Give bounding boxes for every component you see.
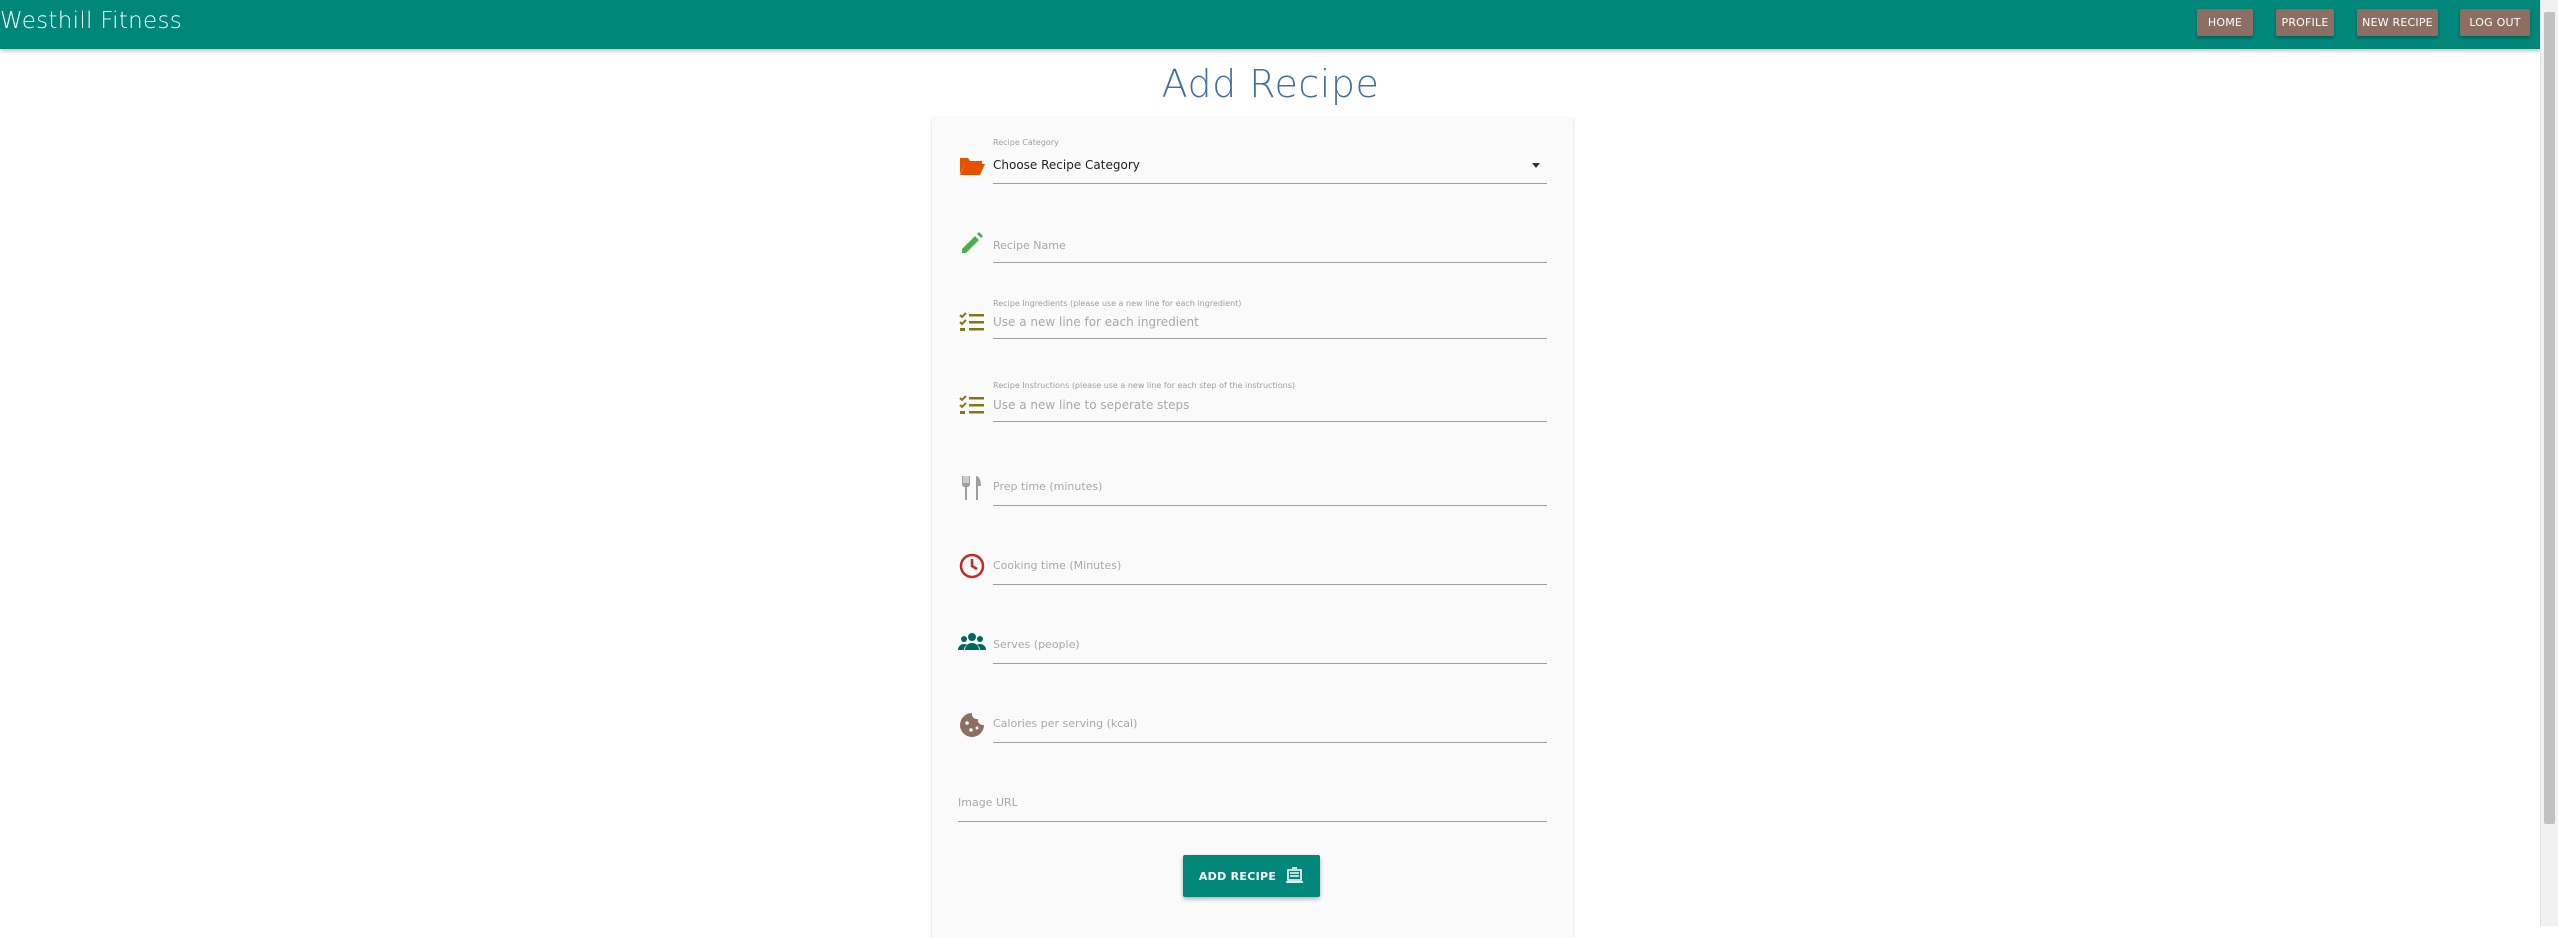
calories-input[interactable]: Calories per serving (kcal) (993, 707, 1547, 767)
recipe-category-label: Recipe Category (993, 138, 1059, 147)
prep-time-placeholder: Prep time (minutes) (993, 480, 1103, 493)
recipe-ingredients-row: Recipe Ingredients (please use a new lin… (958, 299, 1547, 359)
serves-input[interactable]: Serves (people) (993, 628, 1547, 688)
image-url-placeholder: Image URL (958, 796, 1018, 809)
utensils-icon (958, 474, 986, 502)
field-underline (993, 338, 1547, 339)
recipe-ingredients-placeholder: Use a new line for each ingredient (993, 315, 1199, 329)
recipe-instructions-row: Recipe Instructions (please use a new li… (958, 381, 1547, 441)
page-title: Add Recipe (1161, 62, 1380, 106)
brand-logo[interactable]: Westhill Fitness (0, 8, 182, 34)
top-navbar: Westhill Fitness HOME PROFILE NEW RECIPE… (0, 0, 2541, 49)
image-url-row: Image URL (958, 786, 1547, 846)
field-underline (993, 505, 1547, 506)
pencil-icon (958, 229, 986, 257)
add-recipe-form-card: Recipe Category Choose Recipe Category R… (932, 118, 1573, 938)
nav-logout-button[interactable]: LOG OUT (2460, 9, 2530, 36)
recipe-category-row: Recipe Category Choose Recipe Category (958, 138, 1547, 198)
recipe-category-value: Choose Recipe Category (993, 158, 1140, 172)
field-underline (993, 663, 1547, 664)
checklist-icon (958, 309, 986, 337)
recipe-instructions-textarea[interactable]: Recipe Instructions (please use a new li… (993, 381, 1547, 441)
prep-time-row: Prep time (minutes) (958, 470, 1547, 530)
recipe-ingredients-label: Recipe Ingredients (please use a new lin… (993, 299, 1242, 308)
calories-placeholder: Calories per serving (kcal) (993, 717, 1138, 730)
recipe-name-input[interactable]: Recipe Name (993, 222, 1547, 282)
food-tray-icon (1285, 867, 1304, 885)
clock-icon (958, 552, 986, 580)
calories-row: Calories per serving (kcal) (958, 707, 1547, 767)
scrollbar-thumb[interactable] (2544, 12, 2555, 824)
field-underline (993, 262, 1547, 263)
recipe-category-select[interactable]: Recipe Category Choose Recipe Category (993, 138, 1547, 198)
add-recipe-button-label: ADD RECIPE (1198, 869, 1277, 883)
recipe-ingredients-textarea[interactable]: Recipe Ingredients (please use a new lin… (993, 299, 1547, 359)
cooking-time-row: Cooking time (Minutes) (958, 549, 1547, 609)
field-underline (993, 584, 1547, 585)
cooking-time-placeholder: Cooking time (Minutes) (993, 559, 1122, 572)
nav-profile-button[interactable]: PROFILE (2276, 9, 2334, 36)
prep-time-input[interactable]: Prep time (minutes) (993, 470, 1547, 530)
field-underline (993, 421, 1547, 422)
field-underline (993, 183, 1547, 184)
recipe-name-placeholder: Recipe Name (993, 239, 1066, 252)
serves-row: Serves (people) (958, 628, 1547, 688)
chevron-down-icon (1532, 163, 1540, 168)
nav-new-recipe-button[interactable]: NEW RECIPE (2357, 9, 2438, 36)
page-scrollbar[interactable] (2540, 0, 2558, 926)
add-recipe-button[interactable]: ADD RECIPE (1183, 855, 1320, 897)
cookie-icon (958, 711, 986, 739)
checklist-icon (958, 392, 986, 420)
field-underline (958, 821, 1547, 822)
recipe-instructions-label: Recipe Instructions (please use a new li… (993, 381, 1296, 390)
cooking-time-input[interactable]: Cooking time (Minutes) (993, 549, 1547, 609)
recipe-name-row: Recipe Name (958, 222, 1547, 282)
folder-open-icon (958, 152, 986, 180)
image-url-input[interactable]: Image URL (958, 786, 1547, 846)
field-underline (993, 742, 1547, 743)
serves-placeholder: Serves (people) (993, 638, 1080, 651)
people-icon (958, 628, 986, 656)
recipe-instructions-placeholder: Use a new line to seperate steps (993, 398, 1190, 412)
nav-home-button[interactable]: HOME (2197, 9, 2253, 36)
